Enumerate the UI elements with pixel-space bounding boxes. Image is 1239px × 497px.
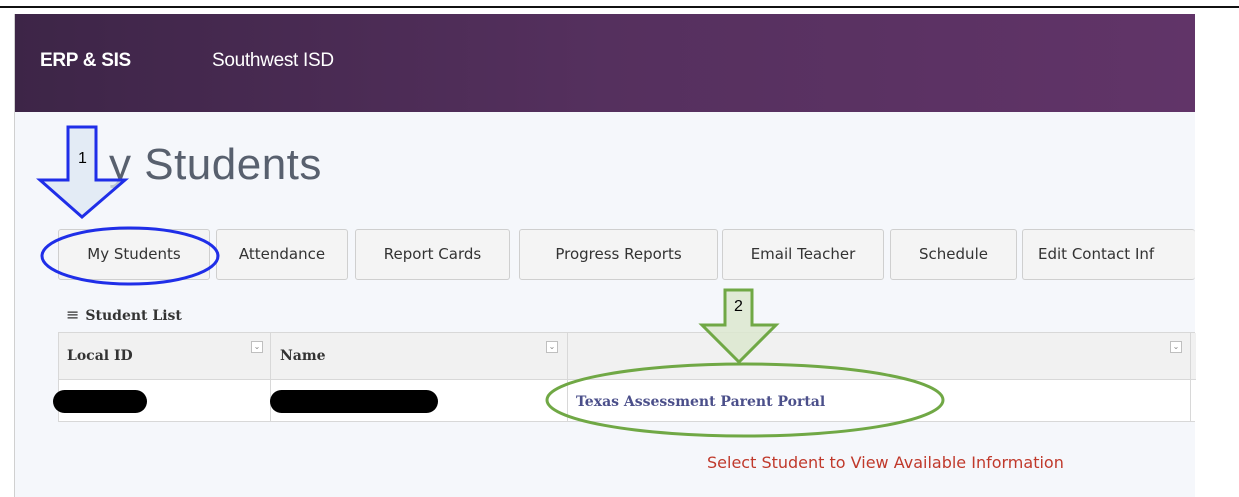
district-name[interactable]: Southwest ISD [212, 50, 334, 72]
tab-report-cards[interactable]: Report Cards [355, 229, 510, 280]
select-student-message: Select Student to View Available Informa… [707, 453, 1064, 472]
hamburger-menu-icon[interactable]: ≡ [66, 305, 79, 324]
tab-attendance[interactable]: Attendance [216, 229, 348, 280]
redacted-student-name [270, 390, 438, 413]
column-separator [270, 333, 271, 421]
redacted-local-id [53, 390, 147, 413]
tab-schedule[interactable]: Schedule [890, 229, 1017, 280]
tab-my-students[interactable]: My Students [58, 229, 210, 280]
tab-edit-contact-info[interactable]: Edit Contact Inf [1022, 229, 1195, 280]
column-separator [567, 333, 568, 421]
student-list-title: Student List [85, 308, 182, 324]
column-separator [1190, 333, 1191, 421]
page-title: y Students [109, 140, 322, 189]
top-divider [0, 6, 1239, 8]
step1-number: 1 [78, 150, 87, 167]
texas-assessment-portal-link[interactable]: Texas Assessment Parent Portal [576, 394, 825, 410]
tab-progress-reports[interactable]: Progress Reports [519, 229, 718, 280]
tab-email-teacher[interactable]: Email Teacher [722, 229, 884, 280]
brand-title[interactable]: ERP & SIS [40, 50, 131, 72]
app-root: ERP & SIS Southwest ISD y Students My St… [0, 0, 1239, 497]
app-header: ERP & SIS Southwest ISD [15, 14, 1195, 112]
filter-dropdown-icon[interactable]: ⌄ [251, 341, 263, 353]
filter-dropdown-icon[interactable]: ⌄ [1170, 341, 1182, 353]
student-list-header: ≡ Student List [66, 305, 182, 324]
left-divider [14, 14, 15, 497]
grid-header-row: Local ID ⌄ Name ⌄ ⌄ [59, 333, 1196, 380]
column-header-local-id[interactable]: Local ID [67, 348, 133, 364]
step2-number: 2 [734, 298, 743, 315]
filter-dropdown-icon[interactable]: ⌄ [546, 341, 558, 353]
column-header-name[interactable]: Name [280, 348, 326, 364]
